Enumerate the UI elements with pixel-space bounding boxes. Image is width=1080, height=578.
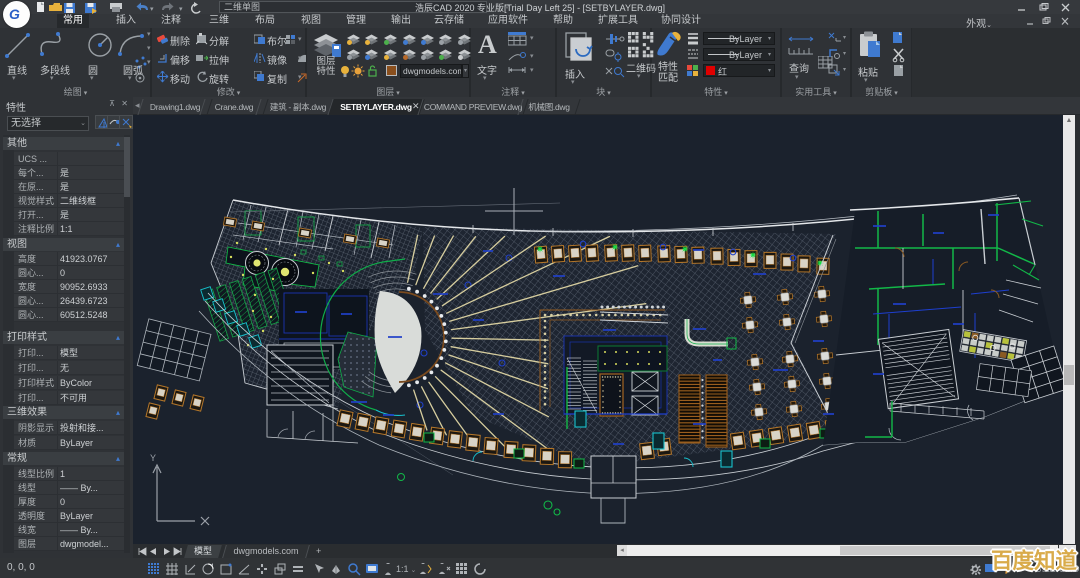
svg-text:Y: Y (150, 453, 156, 463)
